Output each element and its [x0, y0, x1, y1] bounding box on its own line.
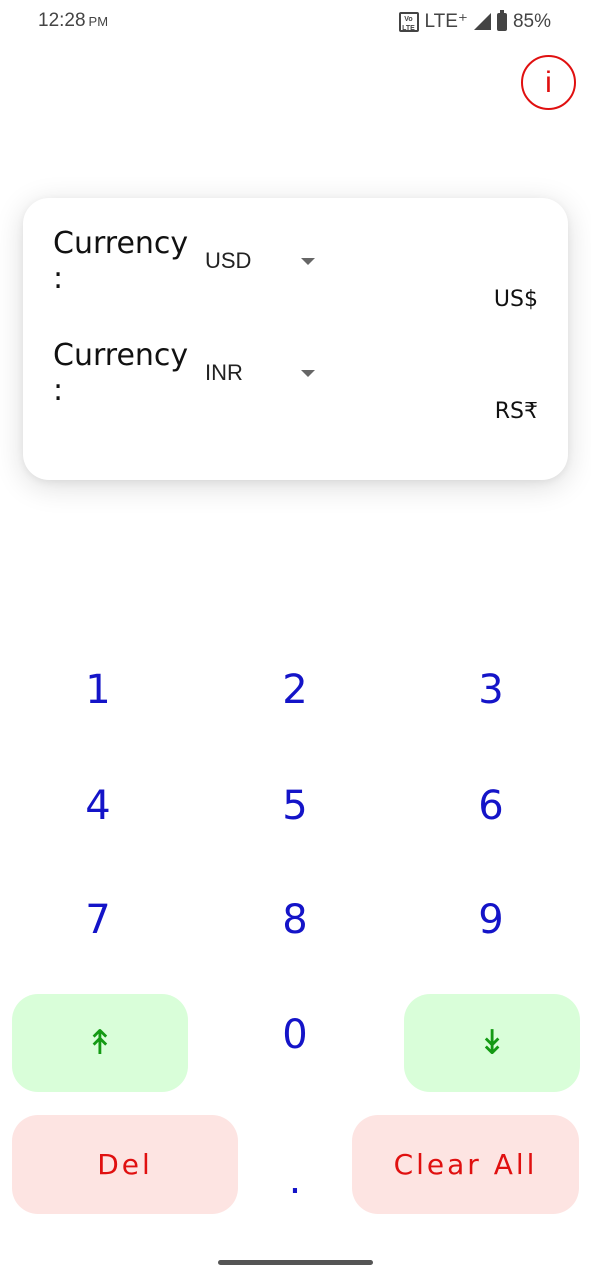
- to-currency-value: INR: [205, 360, 243, 385]
- info-button[interactable]: i: [521, 55, 576, 110]
- key-5[interactable]: 5: [235, 766, 355, 846]
- down-arrow-icon: ↡: [477, 1023, 507, 1063]
- key-decimal[interactable]: .: [235, 1140, 355, 1220]
- delete-button-label: Del: [97, 1148, 153, 1181]
- battery-percent: 85%: [512, 10, 551, 32]
- key-6[interactable]: 6: [431, 766, 551, 846]
- currency-card: Currency : USD US$ Currency : INR RS₹: [23, 198, 568, 480]
- to-currency-label: Currency :: [53, 338, 189, 408]
- battery-icon: [496, 9, 507, 31]
- volte-icon: Vo LTE: [398, 11, 419, 32]
- from-currency-dropdown[interactable]: USD: [205, 248, 315, 274]
- to-currency-row: Currency : INR: [53, 338, 315, 408]
- status-time-value: 12:28: [38, 10, 86, 31]
- from-currency-label: Currency :: [53, 226, 189, 296]
- from-currency-value: USD: [205, 248, 252, 273]
- delete-button[interactable]: Del: [12, 1115, 238, 1214]
- status-time: 12:28 PM: [38, 10, 108, 32]
- signal-icon: [473, 13, 491, 30]
- key-7[interactable]: 7: [38, 880, 158, 960]
- key-2[interactable]: 2: [235, 650, 355, 730]
- key-1[interactable]: 1: [38, 650, 158, 730]
- clear-all-button[interactable]: Clear All: [352, 1115, 579, 1214]
- home-indicator[interactable]: [218, 1260, 373, 1265]
- swap-up-button[interactable]: ↟: [12, 994, 188, 1092]
- status-ampm: PM: [88, 14, 109, 29]
- from-currency-amount: US$: [493, 287, 538, 312]
- swap-down-button[interactable]: ↡: [404, 994, 580, 1092]
- dropdown-arrow-icon: [301, 369, 315, 377]
- to-currency-dropdown[interactable]: INR: [205, 360, 315, 386]
- to-currency-amount: RS₹: [494, 399, 538, 424]
- dropdown-arrow-icon: [301, 257, 315, 265]
- info-icon: i: [545, 66, 552, 99]
- network-type: LTE⁺: [424, 11, 468, 32]
- up-arrow-icon: ↟: [85, 1023, 115, 1063]
- key-3[interactable]: 3: [431, 650, 551, 730]
- from-currency-row: Currency : USD: [53, 226, 315, 296]
- status-bar: 12:28 PM Vo LTE LTE⁺ 85%: [0, 0, 591, 46]
- clear-all-button-label: Clear All: [393, 1148, 538, 1181]
- status-icons: Vo LTE LTE⁺ 85%: [398, 9, 551, 33]
- key-9[interactable]: 9: [431, 880, 551, 960]
- key-4[interactable]: 4: [38, 766, 158, 846]
- key-0[interactable]: 0: [235, 995, 355, 1075]
- key-8[interactable]: 8: [235, 880, 355, 960]
